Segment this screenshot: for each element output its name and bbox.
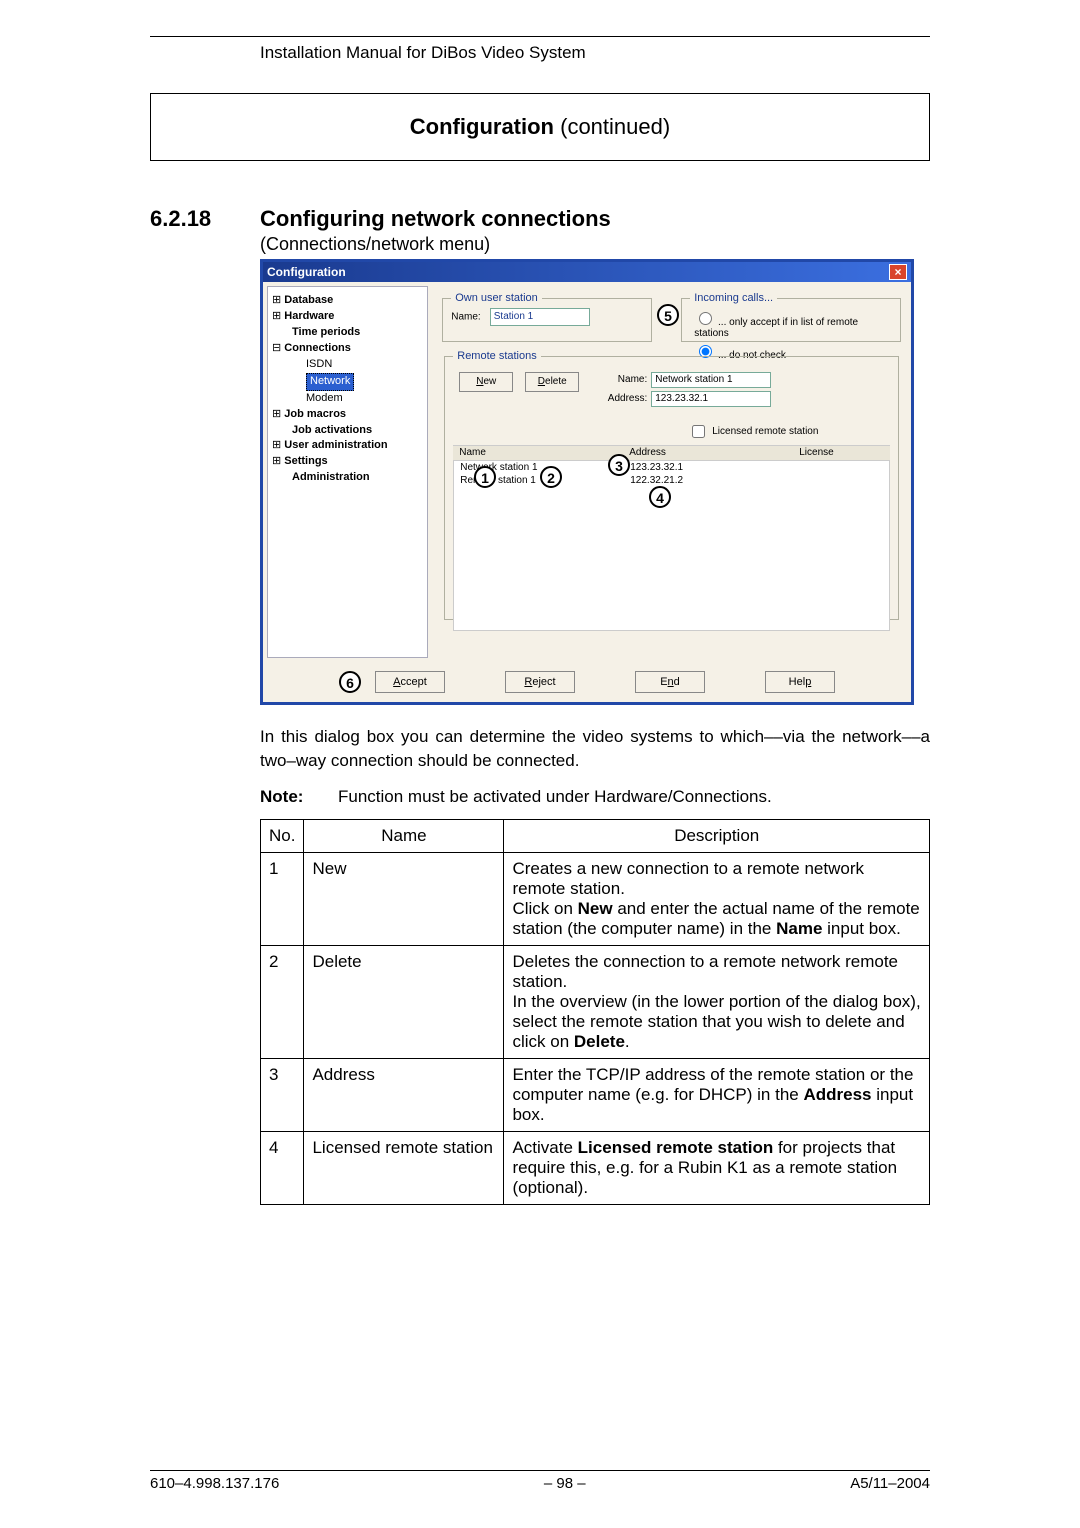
remote-addr-input[interactable]	[651, 391, 771, 407]
config-heading-bold: Configuration	[410, 114, 554, 139]
licensed-label: Licensed remote station	[712, 426, 818, 437]
note-label: Note:	[260, 787, 338, 807]
callout-2: 2	[540, 466, 562, 488]
callout-3: 3	[608, 454, 630, 476]
note-text: Function must be activated under Hardwar…	[338, 787, 772, 807]
tree-time-periods[interactable]: Time periods	[292, 326, 360, 338]
footer-center: – 98 –	[279, 1475, 850, 1492]
section-title: Configuring network connections	[260, 206, 611, 232]
callout-5: 5	[657, 304, 679, 326]
list-item[interactable]: Network station 1 123.23.32.1	[454, 461, 889, 474]
callout-1: 1	[474, 466, 496, 488]
callout-6: 6	[339, 671, 361, 693]
delete-button[interactable]: Delete	[525, 372, 579, 392]
table-row: 3 Address Enter the TCP/IP address of th…	[261, 1058, 930, 1131]
config-dialog: Configuration × ⊞ Database ⊞ Hardware Ti…	[260, 259, 914, 705]
config-heading-rest: (continued)	[554, 114, 670, 139]
dialog-title: Configuration	[267, 265, 346, 279]
incoming-calls-group: Incoming calls... ... only accept if in …	[681, 292, 901, 342]
desc-cell: Deletes the connection to a remote netwo…	[504, 945, 930, 1058]
tree-database[interactable]: Database	[284, 294, 333, 306]
accept-button[interactable]: Accept	[375, 671, 445, 693]
tree-modem[interactable]: Modem	[306, 392, 343, 404]
tree-administration[interactable]: Administration	[292, 471, 370, 483]
incoming-opt1-radio[interactable]	[699, 312, 712, 325]
description-table: No. Name Description 1 New Creates a new…	[260, 819, 930, 1205]
remote-name-input[interactable]	[651, 372, 771, 388]
section-number: 6.2.18	[150, 206, 260, 232]
own-name-label: Name:	[451, 311, 480, 322]
tree-hardware[interactable]: Hardware	[284, 310, 334, 322]
th-desc: Description	[504, 819, 930, 852]
table-row: 1 New Creates a new connection to a remo…	[261, 852, 930, 945]
tree-job-activations[interactable]: Job activations	[292, 424, 372, 436]
end-button[interactable]: End	[635, 671, 705, 693]
close-icon[interactable]: ×	[889, 264, 907, 280]
remote-stations-group: Remote stations New Delete Name: Address…	[444, 350, 899, 620]
tree-settings[interactable]: Settings	[284, 455, 327, 467]
tree-connections[interactable]: Connections	[284, 342, 351, 354]
desc-cell: Activate Licensed remote station for pro…	[504, 1131, 930, 1204]
document-title: Installation Manual for DiBos Video Syst…	[260, 43, 930, 63]
licensed-checkbox[interactable]	[692, 425, 705, 438]
nav-tree[interactable]: ⊞ Database ⊞ Hardware Time periods ⊟ Con…	[267, 286, 428, 658]
own-legend: Own user station	[451, 292, 542, 304]
reject-button[interactable]: Reject	[505, 671, 575, 693]
remote-legend: Remote stations	[453, 350, 540, 362]
col-license[interactable]: License	[799, 447, 884, 458]
incoming-opt1-label: ... only accept if in list of remote sta…	[694, 317, 858, 339]
footer-right: A5/11–2004	[850, 1475, 930, 1492]
page-heading-box: Configuration (continued)	[150, 93, 930, 161]
tree-isdn[interactable]: ISDN	[306, 358, 332, 370]
own-station-group: Own user station Name:	[442, 292, 652, 342]
own-name-input[interactable]	[490, 308, 590, 326]
desc-cell: Creates a new connection to a remote net…	[504, 852, 930, 945]
new-button[interactable]: New	[459, 372, 513, 392]
table-row: 2 Delete Deletes the connection to a rem…	[261, 945, 930, 1058]
th-no: No.	[261, 819, 304, 852]
list-header: Name Address License	[453, 445, 890, 461]
tree-job-macros[interactable]: Job macros	[284, 408, 346, 420]
desc-cell: Enter the TCP/IP address of the remote s…	[504, 1058, 930, 1131]
col-address[interactable]: Address	[629, 447, 799, 458]
section-subtitle: (Connections/network menu)	[260, 234, 930, 255]
tree-network[interactable]: Network	[306, 373, 354, 391]
remote-list[interactable]: Network station 1 123.23.32.1 Remote sta…	[453, 461, 890, 631]
incoming-legend: Incoming calls...	[690, 292, 777, 304]
th-name: Name	[304, 819, 504, 852]
remote-name-label: Name:	[599, 374, 647, 385]
callout-4: 4	[649, 486, 671, 508]
table-row: 4 Licensed remote station Activate Licen…	[261, 1131, 930, 1204]
help-button[interactable]: Help	[765, 671, 835, 693]
tree-user-admin[interactable]: User administration	[284, 439, 387, 451]
body-paragraph: In this dialog box you can determine the…	[260, 725, 930, 773]
remote-addr-label: Address:	[599, 393, 647, 404]
footer-left: 610–4.998.137.176	[150, 1475, 279, 1492]
page-footer: 610–4.998.137.176 – 98 – A5/11–2004	[150, 1470, 930, 1492]
list-item[interactable]: Remote station 1 122.32.21.2	[454, 474, 889, 487]
col-name[interactable]: Name	[459, 447, 629, 458]
